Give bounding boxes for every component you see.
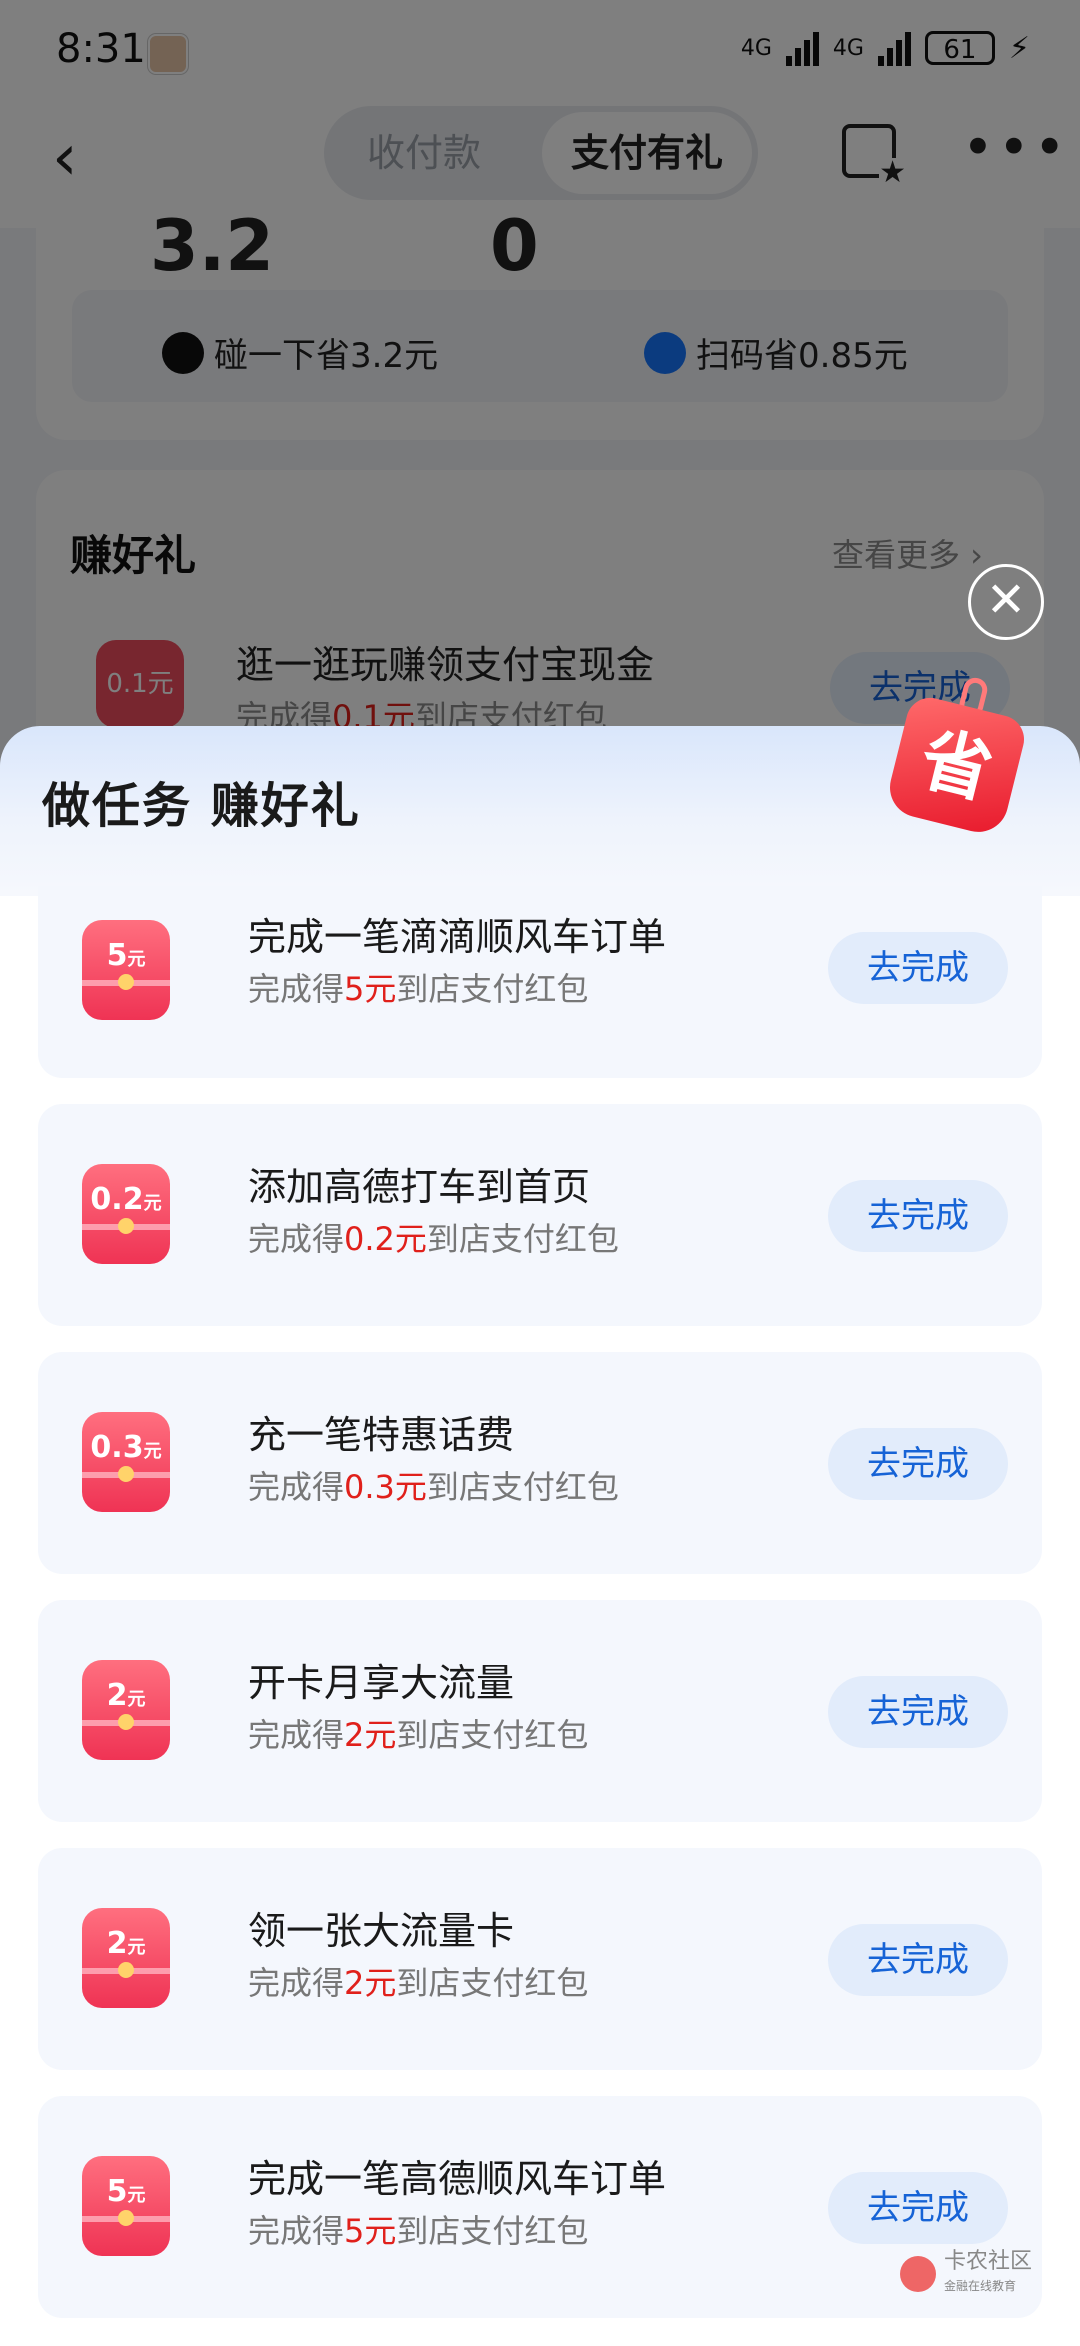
task-reward: 完成得5元到店支付红包 xyxy=(248,970,589,1008)
red-packet-icon: 2元 xyxy=(82,1908,170,2008)
task-reward: 完成得2元到店支付红包 xyxy=(248,1964,589,2002)
task-complete-button[interactable]: 去完成 xyxy=(828,932,1008,1004)
task-complete-button[interactable]: 去完成 xyxy=(828,1924,1008,1996)
task-complete-button[interactable]: 去完成 xyxy=(828,1428,1008,1500)
task-card: 5元 完成一笔高德顺风车订单 完成得5元到店支付红包 去完成 xyxy=(38,2096,1042,2318)
watermark-tagline: 金融在线教育 xyxy=(944,2279,1017,2293)
task-card: 5元 完成一笔滴滴顺风车订单 完成得5元到店支付红包 去完成 xyxy=(38,886,1042,1078)
red-packet-icon: 5元 xyxy=(82,920,170,1020)
watermark-logo-icon xyxy=(900,2256,936,2292)
task-title: 开卡月享大流量 xyxy=(248,1661,515,1705)
watermark-name: 卡农社区 xyxy=(944,2249,1033,2274)
task-card: 2元 开卡月享大流量 完成得2元到店支付红包 去完成 xyxy=(38,1600,1042,1822)
task-complete-button[interactable]: 去完成 xyxy=(828,1676,1008,1748)
task-title: 完成一笔高德顺风车订单 xyxy=(248,2157,667,2201)
red-packet-icon: 0.2元 xyxy=(82,1164,170,1264)
task-title: 领一张大流量卡 xyxy=(248,1909,515,1953)
red-packet-icon: 2元 xyxy=(82,1660,170,1760)
task-complete-button[interactable]: 去完成 xyxy=(828,1180,1008,1252)
task-card: 2元 领一张大流量卡 完成得2元到店支付红包 去完成 xyxy=(38,1848,1042,2070)
task-title: 充一笔特惠话费 xyxy=(248,1413,515,1457)
task-reward: 完成得0.2元到店支付红包 xyxy=(248,1220,619,1258)
red-packet-icon: 0.3元 xyxy=(82,1412,170,1512)
red-packet-icon: 5元 xyxy=(82,2156,170,2256)
close-icon[interactable]: ✕ xyxy=(968,564,1044,640)
task-reward: 完成得5元到店支付红包 xyxy=(248,2212,589,2250)
task-reward: 完成得2元到店支付红包 xyxy=(248,1716,589,1754)
task-list: 5元 完成一笔滴滴顺风车订单 完成得5元到店支付红包 去完成 0.2元 添加高德… xyxy=(38,886,1042,2344)
task-title: 添加高德打车到首页 xyxy=(248,1165,591,1209)
task-card: 0.2元 添加高德打车到首页 完成得0.2元到店支付红包 去完成 xyxy=(38,1104,1042,1326)
task-reward: 完成得0.3元到店支付红包 xyxy=(248,1468,619,1506)
task-complete-button[interactable]: 去完成 xyxy=(828,2172,1008,2244)
task-title: 完成一笔滴滴顺风车订单 xyxy=(248,915,667,959)
watermark: 卡农社区金融在线教育 xyxy=(900,2250,1032,2298)
sheet-title: 做任务 赚好礼 xyxy=(42,778,361,834)
task-card: 0.3元 充一笔特惠话费 完成得0.3元到店支付红包 去完成 xyxy=(38,1352,1042,1574)
